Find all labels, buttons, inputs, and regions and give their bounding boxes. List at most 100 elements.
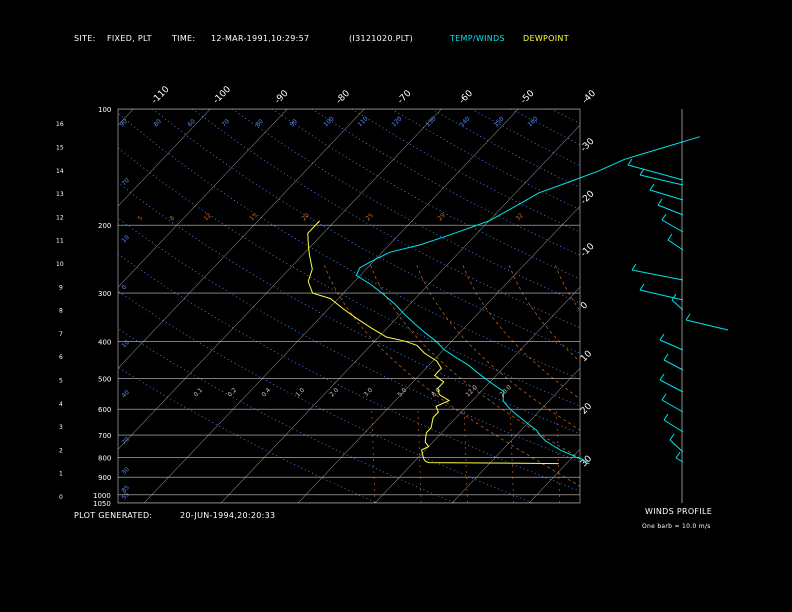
wind-barb-flag <box>649 183 655 191</box>
isotherm <box>606 109 792 503</box>
dry-adiabat-label: 60 <box>186 118 196 128</box>
height-label: 0 <box>59 494 63 501</box>
wind-barb <box>659 339 684 351</box>
site-value: FIXED, PLT <box>107 34 152 43</box>
temp-tick-right: 10 <box>579 349 594 364</box>
dry-adiabat <box>118 253 580 492</box>
dewpoint-trace <box>307 220 559 465</box>
wind-barb <box>657 204 684 216</box>
temp-tick-top: -110 <box>150 84 172 106</box>
dry-adiabat <box>192 109 580 329</box>
isotherm <box>683 109 792 503</box>
isotherm <box>143 109 519 503</box>
pressure-label: 1000 <box>93 492 111 500</box>
height-label: 16 <box>56 121 64 128</box>
dry-adiabat-label: 80 <box>254 118 264 128</box>
dry-adiabat <box>152 109 580 354</box>
height-label: 10 <box>56 261 64 268</box>
isotherm <box>118 109 134 126</box>
wind-barb-flag <box>659 333 665 341</box>
height-label: 6 <box>59 354 63 361</box>
height-label: 15 <box>56 145 64 152</box>
dry-adiabat-label: 130 <box>424 115 437 128</box>
dry-adiabat-label: 40 <box>120 389 130 399</box>
isotherm <box>451 367 580 503</box>
wind-barb <box>663 359 684 371</box>
wind-barb <box>639 174 684 186</box>
moist-adiabat-label: 25 <box>364 212 374 222</box>
moist-adiabat <box>415 262 580 431</box>
isotherm <box>0 109 56 503</box>
dry-adiabat-label: 140 <box>458 115 471 128</box>
winds-barb-note: One barb = 10.0 m/s <box>642 523 711 530</box>
dry-adiabat-label: 10 <box>120 339 130 349</box>
generated-value: 20-JUN-1994,20:20:33 <box>180 511 276 520</box>
dry-adiabat <box>311 109 580 256</box>
mixing-ratio-label: 1.0 <box>294 387 306 399</box>
height-label: 11 <box>56 238 64 245</box>
legend-dewpoint: DEWPOINT <box>523 34 569 43</box>
wind-barb-flag <box>685 313 691 321</box>
isotherm <box>760 109 792 503</box>
mixing-ratio-label: 12.0 <box>464 384 479 399</box>
moist-adiabat <box>507 262 580 363</box>
dry-adiabat <box>118 290 534 503</box>
mixing-ratio-label: 0.1 <box>192 387 204 399</box>
height-label: 12 <box>56 214 64 221</box>
dry-adiabat-label: 0 <box>120 284 128 292</box>
temp-tick-top: -50 <box>519 88 537 106</box>
dry-adiabat <box>631 109 792 503</box>
height-label: 14 <box>56 168 64 175</box>
temp-tick-top: -100 <box>212 84 234 106</box>
dry-adiabat <box>471 109 580 167</box>
temp-tick-right: 0 <box>579 300 590 311</box>
pressure-label: 100 <box>98 106 111 114</box>
wind-barb <box>663 419 684 433</box>
temp-tick-top: -70 <box>396 88 414 106</box>
pressure-label: 300 <box>98 290 111 298</box>
mixing-ratio-label: 0.4 <box>260 387 272 399</box>
time-value: 12-MAR-1991,10:29:57 <box>211 34 310 43</box>
wind-barb-flag <box>663 413 669 421</box>
height-label: 5 <box>59 378 63 385</box>
wind-barb <box>639 289 684 301</box>
temp-tick-top: -80 <box>335 88 353 106</box>
dry-adiabat <box>118 182 580 435</box>
pressure-label: 400 <box>98 338 111 346</box>
temp-tick-right: -20 <box>579 189 597 207</box>
moist-adiabat-label: 5 <box>136 215 144 223</box>
dry-adiabat-label: 120 <box>390 115 403 128</box>
isotherm <box>528 448 580 503</box>
moist-adiabat <box>461 262 580 400</box>
wind-barb-flag <box>627 158 633 166</box>
wind-barb-flag <box>639 168 645 176</box>
temp-tick-right: 20 <box>579 401 594 416</box>
moist-adiabat-label: 32 <box>514 212 524 222</box>
wind-barb <box>659 379 684 393</box>
temp-tick-top: -90 <box>273 88 291 106</box>
mixing-ratio-line <box>510 409 514 503</box>
moist-adiabat <box>369 262 580 459</box>
dry-adiabat-label: 70 <box>120 177 130 187</box>
isotherm <box>118 109 365 369</box>
wind-barb <box>627 164 684 181</box>
mixing-ratio-line <box>603 409 606 503</box>
pressure-label: 1050 <box>93 500 111 508</box>
dry-adiabat-label: 90 <box>288 118 298 128</box>
moist-adiabat-label: 29 <box>436 212 446 222</box>
isotherm <box>297 205 580 503</box>
height-label: 3 <box>59 424 63 431</box>
dry-adiabat-label: 160 <box>526 115 539 128</box>
pressure-label: 600 <box>98 406 111 414</box>
dry-adiabat <box>271 109 580 280</box>
site-label: SITE: <box>74 34 96 43</box>
isotherm <box>374 286 580 503</box>
dry-adiabat <box>118 328 455 503</box>
wind-barb-flag <box>675 451 681 459</box>
wind-barb-flag <box>659 373 665 381</box>
dry-adiabat-label: 100 <box>322 115 335 128</box>
dry-adiabat-label: 30 <box>120 466 130 476</box>
wind-barb <box>631 269 684 281</box>
height-label: 13 <box>56 191 64 198</box>
wind-barb-flag <box>661 393 667 401</box>
